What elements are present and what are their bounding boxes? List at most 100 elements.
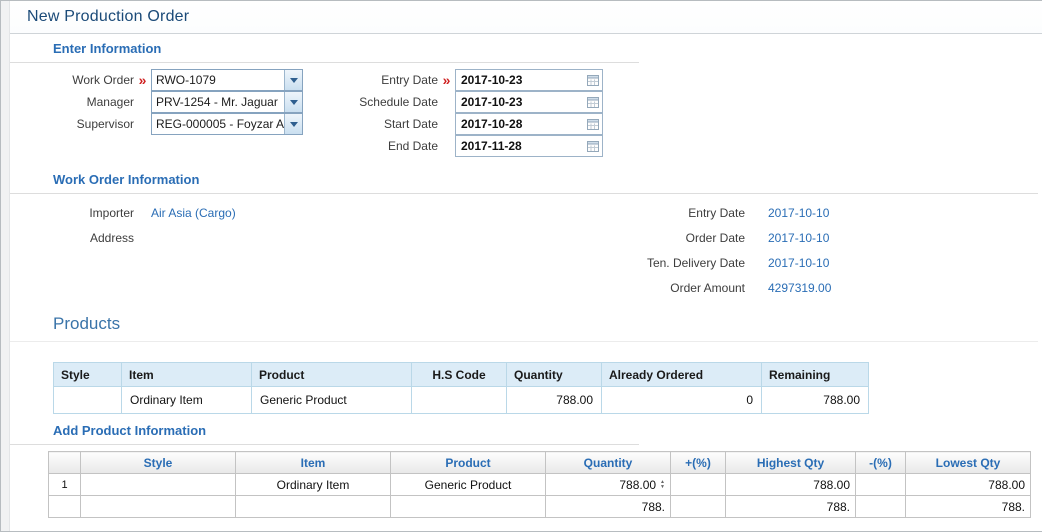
products-table-header: Style Item Product H.S Code Quantity Alr… [53,362,869,387]
chevron-down-icon [284,70,302,90]
start-date-value: 2017-10-28 [461,117,523,131]
calendar-icon[interactable] [584,140,602,152]
col-item: Item [121,362,252,387]
importer-label: Importer [89,206,134,220]
grid-footer-minus-pct [855,495,906,518]
spinner-down-icon[interactable]: ▼ [660,484,665,490]
end-date-label: End Date [387,139,438,153]
wo-order-amount-label: Order Amount [670,281,745,295]
manager-select[interactable]: PRV-1254 - Mr. Jaguar [151,91,303,113]
wo-entry-date-label: Entry Date [688,206,745,220]
required-marker-icon: » [138,72,147,88]
start-date-input[interactable]: 2017-10-28 [455,113,603,135]
grid-footer-item [235,495,391,518]
entry-date-label: Entry Date [381,73,438,87]
calendar-icon[interactable] [584,96,602,108]
left-panel-strip [1,1,10,531]
supervisor-label: Supervisor [76,117,134,131]
chevron-down-icon [284,114,302,134]
product-hs-code-cell [411,386,507,414]
add-product-grid: Style Item Product Quantity +(%) Highest… [48,451,1031,518]
calendar-icon[interactable] [584,74,602,86]
start-date-label: Start Date [383,117,438,131]
grid-col-item: Item [235,451,391,474]
supervisor-select-value: REG-000005 - Foyzar A [156,117,284,131]
product-item-cell: Ordinary Item [121,386,252,414]
grid-col-plus-pct: +(%) [670,451,726,474]
col-style: Style [53,362,122,387]
products-table: Style Item Product H.S Code Quantity Alr… [53,362,869,414]
col-hs-code: H.S Code [411,362,507,387]
wo-order-date-value: 2017-10-10 [768,231,830,245]
wo-order-amount-value: 4297319.00 [768,281,832,295]
schedule-date-label: Schedule Date [359,95,438,109]
product-already-ordered-cell: 0 [601,386,762,414]
collapse-grid-button[interactable]: – [58,526,66,531]
grid-item-cell[interactable]: Ordinary Item [235,473,391,496]
address-label: Address [89,231,134,245]
grid-lowest-qty-cell[interactable]: 788.00 [905,473,1031,496]
work-order-select-value: RWO-1079 [156,73,216,87]
manager-select-value: PRV-1254 - Mr. Jaguar [156,95,278,109]
grid-plus-pct-cell[interactable] [670,473,726,496]
grid-totals-row: 788. 788. 788. [48,495,1031,518]
grid-total-quantity: 788. [545,495,671,518]
product-style-cell [53,386,122,414]
supervisor-select[interactable]: REG-000005 - Foyzar A [151,113,303,135]
work-order-label: Work Order [72,73,134,87]
grid-highest-qty-cell[interactable]: 788.00 [725,473,856,496]
entry-date-value: 2017-10-23 [461,73,523,87]
schedule-date-input[interactable]: 2017-10-23 [455,91,603,113]
product-product-cell: Generic Product [251,386,412,414]
schedule-date-value: 2017-10-23 [461,95,523,109]
grid-minus-pct-cell[interactable] [855,473,906,496]
grid-corner-header [48,451,81,474]
grid-footer-corner [48,495,81,518]
grid-footer-product [390,495,546,518]
work-order-information-panel: Importer Air Asia (Cargo) Address Entry … [53,206,1042,296]
grid-col-product: Product [390,451,546,474]
product-quantity-cell: 788.00 [506,386,602,414]
page-header: New Production Order [1,1,1042,34]
wo-ten-delivery-date-label: Ten. Delivery Date [646,256,745,270]
grid-col-style: Style [80,451,236,474]
section-heading-products: Products [10,302,1038,342]
col-already-ordered: Already Ordered [601,362,762,387]
importer-link[interactable]: Air Asia (Cargo) [151,206,236,220]
grid-quantity-cell[interactable]: 788.00 ▲ ▼ [545,473,671,496]
section-heading-add-product-information: Add Product Information [10,416,639,445]
wo-ten-delivery-date-value: 2017-10-10 [768,256,830,270]
calendar-icon[interactable] [584,118,602,130]
grid-row-number-cell[interactable]: 1 [48,473,81,496]
grid-total-highest-qty: 788. [725,495,856,518]
quantity-spinner[interactable]: ▲ ▼ [660,479,665,490]
page-content: Enter Information Work Order » RWO-1079 … [10,34,1042,531]
chevron-down-icon [284,92,302,112]
grid-footer-plus-pct [670,495,726,518]
required-marker-icon: » [442,72,451,88]
work-order-select[interactable]: RWO-1079 [151,69,303,91]
col-remaining: Remaining [761,362,869,387]
end-date-input[interactable]: 2017-11-28 [455,135,603,157]
end-date-value: 2017-11-28 [461,139,522,153]
product-row: Ordinary Item Generic Product 788.00 0 7… [53,386,869,414]
grid-style-cell[interactable] [80,473,236,496]
col-quantity: Quantity [506,362,602,387]
grid-product-cell[interactable]: Generic Product [390,473,546,496]
add-product-grid-header: Style Item Product Quantity +(%) Highest… [48,451,1031,474]
enter-information-form: Work Order » RWO-1079 Entry Date » 2017-… [53,69,1042,157]
entry-date-input[interactable]: 2017-10-23 [455,69,603,91]
grid-col-lowest-qty: Lowest Qty [905,451,1031,474]
grid-col-highest-qty: Highest Qty [725,451,856,474]
page-title: New Production Order [27,8,190,25]
